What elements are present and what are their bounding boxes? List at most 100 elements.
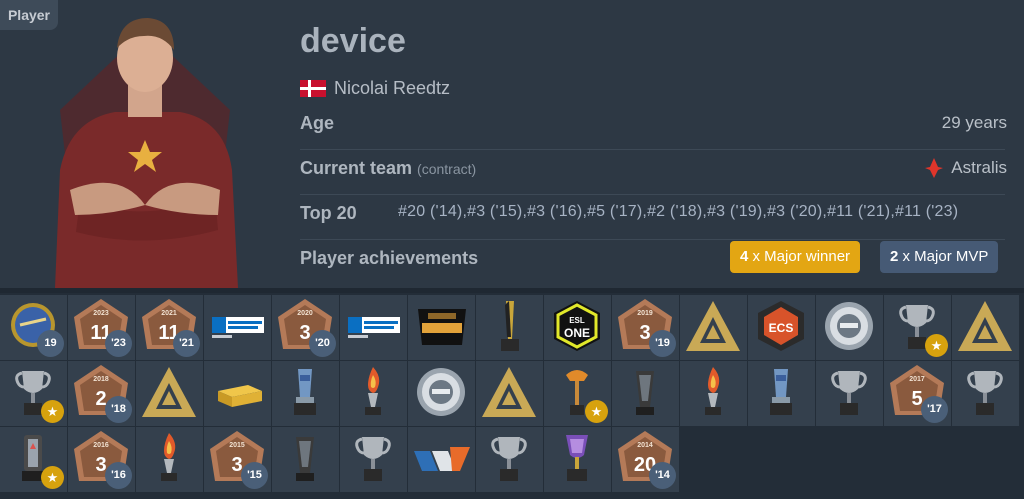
trophy-cell[interactable]: ★ [544,361,611,426]
trophy-cell[interactable]: 2016 3'16 [68,427,135,492]
ranking-year-label: 2017 [909,376,925,383]
trophy-cell[interactable]: 19 [0,295,67,360]
flame-trophy-icon [161,433,177,481]
cup-trophy-icon [967,371,1003,415]
gold-bar-icon [218,385,262,407]
intel-extreme-masters-icon [348,317,400,338]
trophy-cell[interactable]: 2014 20'14 [612,427,679,492]
trophy-year-bubble: '20 [309,330,336,357]
trophy-cell[interactable] [748,361,815,426]
trophy-year-bubble: '21 [173,330,200,357]
mvp-star-icon: ★ [41,400,64,423]
ranking-year-label: 2015 [229,442,245,449]
mvp-star-icon: ★ [41,466,64,489]
trophy-cell[interactable]: ★ [0,427,67,492]
mvp-star-icon: ★ [925,334,948,357]
trophy-year-bubble: '14 [649,462,676,489]
current-team-link[interactable]: Astralis [925,158,1007,178]
trophy-cell[interactable] [680,295,747,360]
trophy-cell[interactable] [476,361,543,426]
ecs-logo-icon: ECS [758,301,804,351]
wave-logo-icon [414,447,470,471]
glass-trophy-icon [294,369,316,415]
trophy-year-bubble: '15 [241,462,268,489]
flame-trophy-icon [705,367,721,415]
plate-trophy-icon [417,368,465,416]
major-mvp-badge[interactable]: 2 x Major MVP [880,241,999,273]
trophy-cell[interactable]: 2019 3'19 [612,295,679,360]
trophy-year-bubble: '19 [649,330,676,357]
trophy-cell[interactable] [952,295,1019,360]
ranking-year-label: 2020 [297,310,313,317]
trophy-cell[interactable] [680,361,747,426]
top20-row: Top 20 #20 ('14),#3 ('15),#3 ('16),#5 ('… [300,195,1005,240]
player-real-name-row: Nicolai Reedtz [300,78,450,99]
trophy-cell[interactable]: 2018 2'18 [68,361,135,426]
major-winner-badge[interactable]: 4 x Major winner [730,241,861,273]
trophy-cell[interactable]: 2023 11'23 [68,295,135,360]
trophy-cell[interactable] [136,361,203,426]
trophy-cell[interactable]: 2015 3'15 [204,427,271,492]
trophy-cell[interactable] [340,361,407,426]
cup-trophy-icon [831,371,867,415]
trophy-cell[interactable] [816,295,883,360]
player-real-name: Nicolai Reedtz [334,78,451,98]
trophy-cell[interactable] [204,361,271,426]
trophy-cell[interactable] [204,295,271,360]
esl-one-icon: ESLONE [554,301,600,351]
trophy-cell[interactable] [816,361,883,426]
trophy-cell[interactable] [544,427,611,492]
twisted-trophy-icon [501,301,519,351]
trophy-year-bubble: '23 [105,330,132,357]
trophy-year-bubble: '17 [921,396,948,423]
blast-trophy-icon [482,367,536,417]
plate-trophy-icon [825,302,873,350]
trophy-cell[interactable] [408,427,475,492]
trophy-cell[interactable] [476,295,543,360]
trophy-cell[interactable] [272,427,339,492]
trophy-cell[interactable]: ECS [748,295,815,360]
top20-label: Top 20 [300,203,357,223]
dreamhack-masters-icon [418,309,466,345]
age-value: 29 years [941,113,1007,132]
current-team-name: Astralis [951,158,1007,177]
player-page: Player device Nicolai Reedtz Age 29 year… [0,0,1024,499]
ranking-year-label: 2014 [637,442,653,449]
ranking-year-label: 2021 [161,310,177,317]
tower-trophy-icon [636,371,654,415]
trophy-year-bubble: 19 [37,330,64,357]
trophy-cell[interactable]: ★ [884,295,951,360]
svg-text:ONE: ONE [564,326,590,340]
achievements-label: Player achievements [300,248,479,268]
trophy-grid: 19 2023 11'23 2021 11'21 2020 3'20 ESL ONE 2019 3 '… [0,293,1024,499]
cup-trophy-icon [491,437,527,481]
ranking-year-label: 2018 [93,376,109,383]
trophy-cell[interactable]: 2021 11'21 [136,295,203,360]
cup-trophy-icon [355,437,391,481]
tower-trophy-icon [296,437,314,481]
trophy-cell[interactable]: 2017 5'17 [884,361,951,426]
trophy-cell[interactable]: ESL ONE [544,295,611,360]
trophy-cell[interactable] [408,295,475,360]
astralis-logo-icon [925,158,944,178]
trophy-cell[interactable]: 2020 3'20 [272,295,339,360]
trophy-cell[interactable] [612,361,679,426]
trophy-cell[interactable] [408,361,475,426]
denmark-flag-icon [300,80,326,97]
contract-note: (contract) [417,161,477,177]
trophy-cell[interactable] [272,361,339,426]
trophy-cell[interactable]: ★ [0,361,67,426]
current-team-row: Current team (contract) Astralis [300,150,1007,195]
trophy-cell[interactable] [952,361,1019,426]
trophy-cell[interactable] [340,427,407,492]
ranking-year-label: 2016 [93,442,109,449]
trophy-cell[interactable] [476,427,543,492]
mvp-star-icon: ★ [585,400,608,423]
trophy-cell[interactable] [136,427,203,492]
trophy-cell[interactable] [340,295,407,360]
player-portrait [40,0,250,288]
top20-value: #20 ('14),#3 ('15),#3 ('16),#5 ('17),#2 … [398,203,959,220]
player-nickname: device [300,22,406,60]
ranking-year-label: 2019 [637,310,653,317]
blast-trophy-icon [686,301,740,351]
